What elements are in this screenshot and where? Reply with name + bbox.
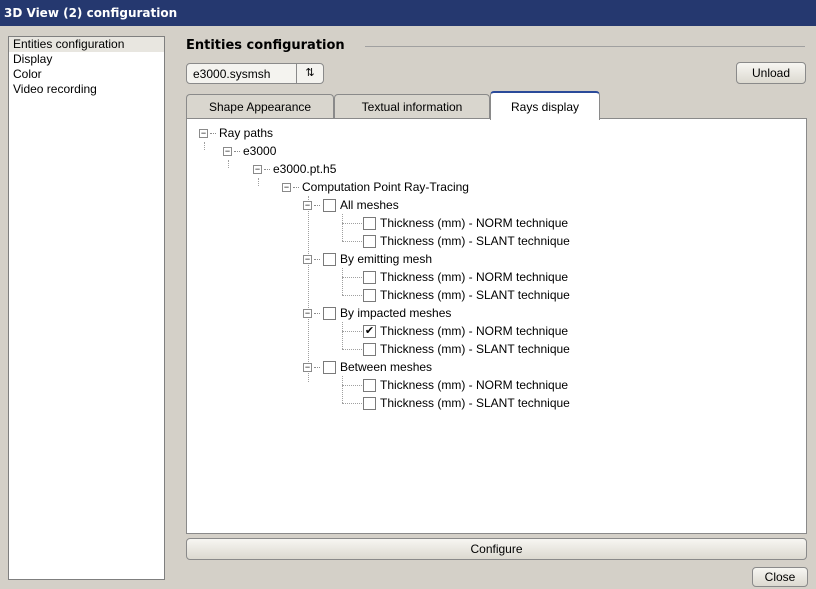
ray-paths-tree: − Ray paths − e3000 − e3000.pt.h5 − Computat…: [187, 119, 806, 533]
tree-dash: [264, 168, 270, 170]
tree-dash: [210, 132, 216, 134]
group-divider: [365, 46, 805, 47]
collapse-icon[interactable]: −: [303, 254, 312, 264]
tab-shape-appearance[interactable]: Shape Appearance: [186, 94, 334, 119]
group-checkbox[interactable]: [323, 198, 336, 212]
collapse-icon[interactable]: −: [223, 146, 232, 156]
tree-connector: [308, 196, 309, 382]
leaf-checkbox[interactable]: [363, 342, 376, 356]
sidebar-item-video-recording[interactable]: Video recording: [9, 82, 164, 97]
tree-connector: [204, 142, 205, 150]
config-sidebar: Entities configuration Display Color Vid…: [8, 36, 165, 580]
tree-connector: [342, 295, 362, 296]
tree-leaf-label: Thickness (mm) - SLANT technique: [380, 396, 570, 410]
tree-connector: [342, 223, 362, 224]
tree-leaf[interactable]: Thickness (mm) - SLANT technique: [363, 340, 570, 358]
configure-button[interactable]: Configure: [186, 538, 807, 560]
tree-leaf[interactable]: Thickness (mm) - SLANT technique: [363, 232, 570, 250]
leaf-checkbox[interactable]: [363, 378, 376, 392]
tree-leaf[interactable]: Thickness (mm) - NORM technique: [363, 376, 568, 394]
tree-connector: [342, 268, 343, 295]
tree-leaf-label: Thickness (mm) - SLANT technique: [380, 342, 570, 356]
tree-dash: [314, 258, 320, 260]
tree-leaf-label: Thickness (mm) - NORM technique: [380, 324, 569, 338]
tree-node-group[interactable]: − By emitting mesh: [303, 250, 432, 268]
tab-textual-information[interactable]: Textual information: [334, 94, 490, 119]
leaf-checkbox[interactable]: [363, 270, 376, 284]
collapse-icon[interactable]: −: [303, 200, 312, 210]
sidebar-item-color[interactable]: Color: [9, 67, 164, 82]
tree-leaf-label: Thickness (mm) - SLANT technique: [380, 288, 570, 302]
tab-bar: Shape Appearance Textual information Ray…: [186, 91, 806, 120]
tree-leaf[interactable]: Thickness (mm) - SLANT technique: [363, 286, 570, 304]
tree-leaf[interactable]: Thickness (mm) - NORM technique: [363, 268, 568, 286]
unload-button[interactable]: Unload: [736, 62, 806, 84]
tree-dash: [234, 150, 240, 152]
close-button[interactable]: Close: [752, 567, 808, 587]
window-title: 3D View (2) configuration: [0, 0, 816, 26]
tree-node-group[interactable]: − By impacted meshes: [303, 304, 451, 322]
tree-node-label: e3000: [243, 144, 277, 158]
checkmark-icon: ✔: [364, 324, 375, 337]
collapse-icon[interactable]: −: [303, 362, 312, 372]
rays-display-panel: − Ray paths − e3000 − e3000.pt.h5 − Computat…: [186, 118, 807, 534]
tree-connector: [342, 376, 343, 403]
tree-connector: [342, 385, 362, 386]
leaf-checkbox[interactable]: [363, 288, 376, 302]
tree-node-label: e3000.pt.h5: [273, 162, 337, 176]
tree-node-result[interactable]: − e3000.pt.h5: [253, 160, 336, 178]
group-checkbox[interactable]: [323, 306, 336, 320]
collapse-icon[interactable]: −: [199, 128, 208, 138]
tree-dash: [293, 186, 299, 188]
tree-connector: [342, 322, 343, 349]
collapse-icon[interactable]: −: [253, 164, 262, 174]
entity-select-value: e3000.sysmsh: [193, 66, 271, 81]
tree-connector: [258, 178, 259, 186]
leaf-checkbox[interactable]: [363, 216, 376, 230]
tree-node-ray-paths[interactable]: − Ray paths: [199, 124, 273, 142]
tree-node-label: Ray paths: [219, 126, 274, 140]
tree-connector: [342, 331, 362, 332]
tree-dash: [314, 204, 320, 206]
tree-connector: [342, 349, 362, 350]
tree-node-label: By impacted meshes: [340, 306, 452, 320]
group-title: Entities configuration: [186, 38, 345, 53]
tree-node-label: By emitting mesh: [340, 252, 433, 266]
tree-dash: [314, 366, 320, 368]
tree-connector: [342, 214, 343, 241]
tree-node-group[interactable]: − Between meshes: [303, 358, 432, 376]
entity-select[interactable]: e3000.sysmsh ⇅: [186, 63, 324, 84]
tree-node-file[interactable]: − e3000: [223, 142, 276, 160]
tree-node-group[interactable]: − All meshes: [303, 196, 399, 214]
group-checkbox[interactable]: [323, 252, 336, 266]
tree-connector: [342, 277, 362, 278]
tree-node-label: All meshes: [340, 198, 399, 212]
collapse-icon[interactable]: −: [303, 308, 312, 318]
group-checkbox[interactable]: [323, 360, 336, 374]
collapse-icon[interactable]: −: [282, 182, 291, 192]
tree-leaf[interactable]: ✔ Thickness (mm) - NORM technique: [363, 322, 568, 340]
sidebar-item-entities-configuration[interactable]: Entities configuration: [9, 37, 164, 52]
tree-connector: [228, 160, 229, 168]
leaf-checkbox[interactable]: [363, 396, 376, 410]
tab-rays-display[interactable]: Rays display: [490, 91, 600, 120]
tree-leaf-label: Thickness (mm) - SLANT technique: [380, 234, 570, 248]
tree-leaf[interactable]: Thickness (mm) - NORM technique: [363, 214, 568, 232]
tree-node-label: Computation Point Ray-Tracing: [302, 180, 469, 194]
sidebar-item-display[interactable]: Display: [9, 52, 164, 67]
tree-connector: [342, 241, 362, 242]
tree-dash: [314, 312, 320, 314]
tree-leaf-label: Thickness (mm) - NORM technique: [380, 378, 569, 392]
tree-leaf-label: Thickness (mm) - NORM technique: [380, 270, 569, 284]
leaf-checkbox[interactable]: [363, 234, 376, 248]
leaf-checkbox[interactable]: ✔: [363, 324, 376, 338]
tree-leaf[interactable]: Thickness (mm) - SLANT technique: [363, 394, 570, 412]
tree-node-computation[interactable]: − Computation Point Ray-Tracing: [282, 178, 469, 196]
tree-node-label: Between meshes: [340, 360, 433, 374]
tree-leaf-label: Thickness (mm) - NORM technique: [380, 216, 569, 230]
tree-connector: [342, 403, 362, 404]
updown-arrows-icon: ⇅: [296, 64, 323, 83]
